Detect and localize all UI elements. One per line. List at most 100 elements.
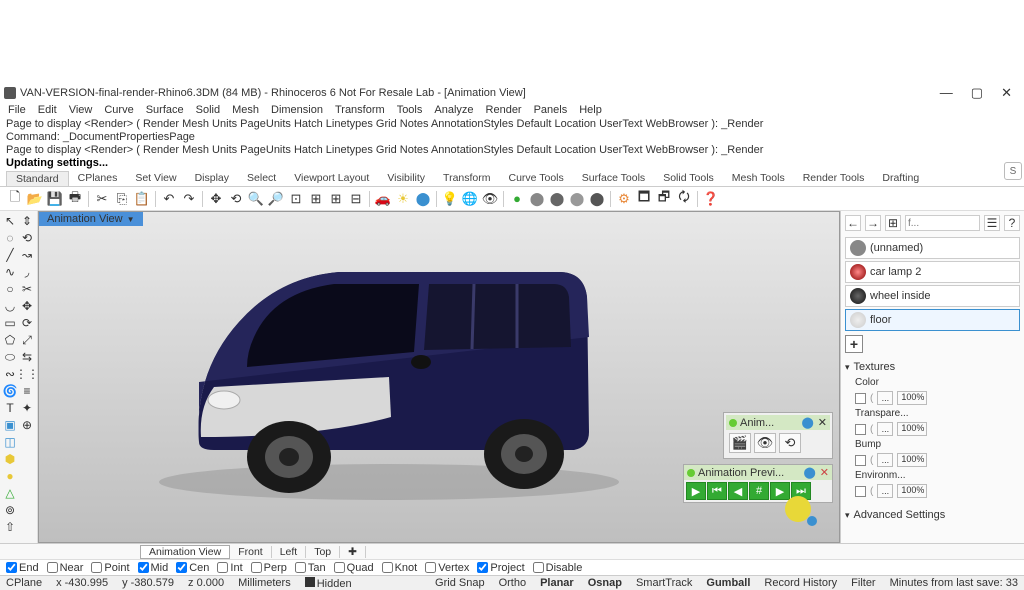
textures-header[interactable]: Textures [845,361,1020,373]
advanced-header[interactable]: Advanced Settings [845,509,1020,521]
tex-browse-button[interactable]: ... [877,484,893,498]
anim-tool-3[interactable]: ⟲ [779,433,801,453]
prev-close-icon[interactable]: ✕ [820,466,829,479]
snap-cen[interactable]: Cen [176,562,209,574]
options-icon[interactable]: ⚙ [615,190,633,208]
new-icon[interactable]: 🗋 [6,190,24,208]
add-material-button[interactable]: + [845,335,863,353]
close-button[interactable]: ✕ [1001,85,1012,101]
menu-help[interactable]: Help [579,104,602,116]
tex-browse-button[interactable]: ... [877,391,893,405]
tab-transform[interactable]: Transform [434,171,499,186]
search-input[interactable] [905,215,980,231]
rewind-button[interactable]: ⏮ [707,482,727,500]
cylinder-icon[interactable]: ⬢ [2,451,18,467]
box-icon[interactable]: ▣ [2,417,18,433]
line-icon[interactable]: ╱ [2,247,18,263]
grid-icon[interactable]: ⊞ [885,215,901,231]
tab-viewportlayout[interactable]: Viewport Layout [285,171,378,186]
plane-icon[interactable]: ◫ [2,434,18,450]
menu-panels[interactable]: Panels [534,104,568,116]
snap-project[interactable]: Project [477,562,524,574]
menu-mesh[interactable]: Mesh [232,104,259,116]
vptab-left[interactable]: Left [272,546,307,558]
tex-bump-checkbox[interactable] [855,455,866,466]
status-layer[interactable]: Hidden [305,577,352,590]
back-icon[interactable]: ← [845,215,861,231]
menu-edit[interactable]: Edit [38,104,57,116]
material-item-selected[interactable]: floor [845,309,1020,331]
status-units[interactable]: Millimeters [238,577,291,589]
material-item[interactable]: wheel inside [845,285,1020,307]
hide-icon[interactable]: 👁 [481,190,499,208]
status-planar[interactable]: Planar [540,577,574,589]
cone-icon[interactable]: △ [2,485,18,501]
ellipse-icon[interactable]: ⬭ [2,349,18,365]
mirror-icon[interactable]: ⇆ [19,349,35,365]
paste-icon[interactable]: 📋 [133,190,151,208]
tab-cplanes[interactable]: CPlanes [69,171,127,186]
next-frame-button[interactable]: ▶ [770,482,790,500]
snap-int[interactable]: Int [217,562,242,574]
prop-icon[interactable]: 🗖 [635,190,653,208]
status-gumball[interactable]: Gumball [706,577,750,589]
revolve-icon[interactable]: ⟲ [19,230,35,246]
explode-icon[interactable]: ✦ [19,400,35,416]
snap-vertex[interactable]: Vertex [425,562,469,574]
tab-solidtools[interactable]: Solid Tools [654,171,723,186]
zoom-win-icon[interactable]: ⊞ [307,190,325,208]
tab-select[interactable]: Select [238,171,285,186]
tab-surfacetools[interactable]: Surface Tools [573,171,654,186]
arc-icon[interactable]: ◡ [2,298,18,314]
snap-tan[interactable]: Tan [295,562,326,574]
anim-panel[interactable]: Anim...⬤✕ 🎬 👁 ⟲ [723,412,833,459]
status-filter[interactable]: Filter [851,577,875,589]
polyline-icon[interactable]: ∿ [2,264,18,280]
bulb-icon[interactable]: 💡 [441,190,459,208]
trim-icon[interactable]: ✂ [19,281,35,297]
scale-icon[interactable]: ⤢ [19,332,35,348]
viewport-dropdown-icon[interactable]: ▼ [127,215,135,224]
tab-curvetools[interactable]: Curve Tools [500,171,573,186]
material-item[interactable]: (unnamed) [845,237,1020,259]
layer-icon[interactable]: ● [508,190,526,208]
tube-icon[interactable]: ⊚ [2,502,18,518]
polygon-icon[interactable]: ⬠ [2,332,18,348]
help-icon[interactable]: ❓ [702,190,720,208]
sphere3-icon[interactable]: ⬤ [568,190,586,208]
anim-close-icon[interactable]: ✕ [818,416,827,429]
help-panel-icon[interactable]: ? [1004,215,1020,231]
vptab-top[interactable]: Top [306,546,340,558]
status-ortho[interactable]: Ortho [499,577,527,589]
env-icon[interactable]: 🌐 [461,190,479,208]
snap-disable[interactable]: Disable [533,562,583,574]
print-icon[interactable]: 🖶 [66,190,84,208]
tex-pct[interactable]: 100% [897,484,927,498]
save-icon[interactable]: 💾 [46,190,64,208]
menu-analyze[interactable]: Analyze [434,104,473,116]
rect-icon[interactable]: ▭ [2,315,18,331]
status-gridsnap[interactable]: Grid Snap [435,577,485,589]
redo-icon[interactable]: ↷ [180,190,198,208]
tex-pct[interactable]: 100% [897,391,927,405]
anim-pin-icon[interactable]: ⬤ [801,416,813,429]
tab-display[interactable]: Display [186,171,238,186]
menu-render[interactable]: Render [486,104,522,116]
rotate-icon[interactable]: ⟲ [227,190,245,208]
sphere4-icon[interactable]: ⬤ [588,190,606,208]
tab-standard[interactable]: Standard [6,171,69,186]
menu-tools[interactable]: Tools [397,104,423,116]
menu-icon[interactable]: ☰ [984,215,1000,231]
material-item[interactable]: car lamp 2 [845,261,1020,283]
tab-rendertools[interactable]: Render Tools [794,171,874,186]
status-osnap[interactable]: Osnap [588,577,622,589]
tex-env-checkbox[interactable] [855,486,866,497]
maximize-button[interactable]: ▢ [971,85,983,101]
sidepanel-icon[interactable]: S [1004,162,1022,180]
viewport[interactable]: Animation View ▼ Anim...⬤✕ 🎬 👁 [38,211,840,543]
snap-point[interactable]: Point [91,562,129,574]
sweep-icon[interactable]: ↝ [19,247,35,263]
status-record[interactable]: Record History [764,577,837,589]
tab-visibility[interactable]: Visibility [378,171,434,186]
anim-tool-1[interactable]: 🎬 [729,433,751,453]
